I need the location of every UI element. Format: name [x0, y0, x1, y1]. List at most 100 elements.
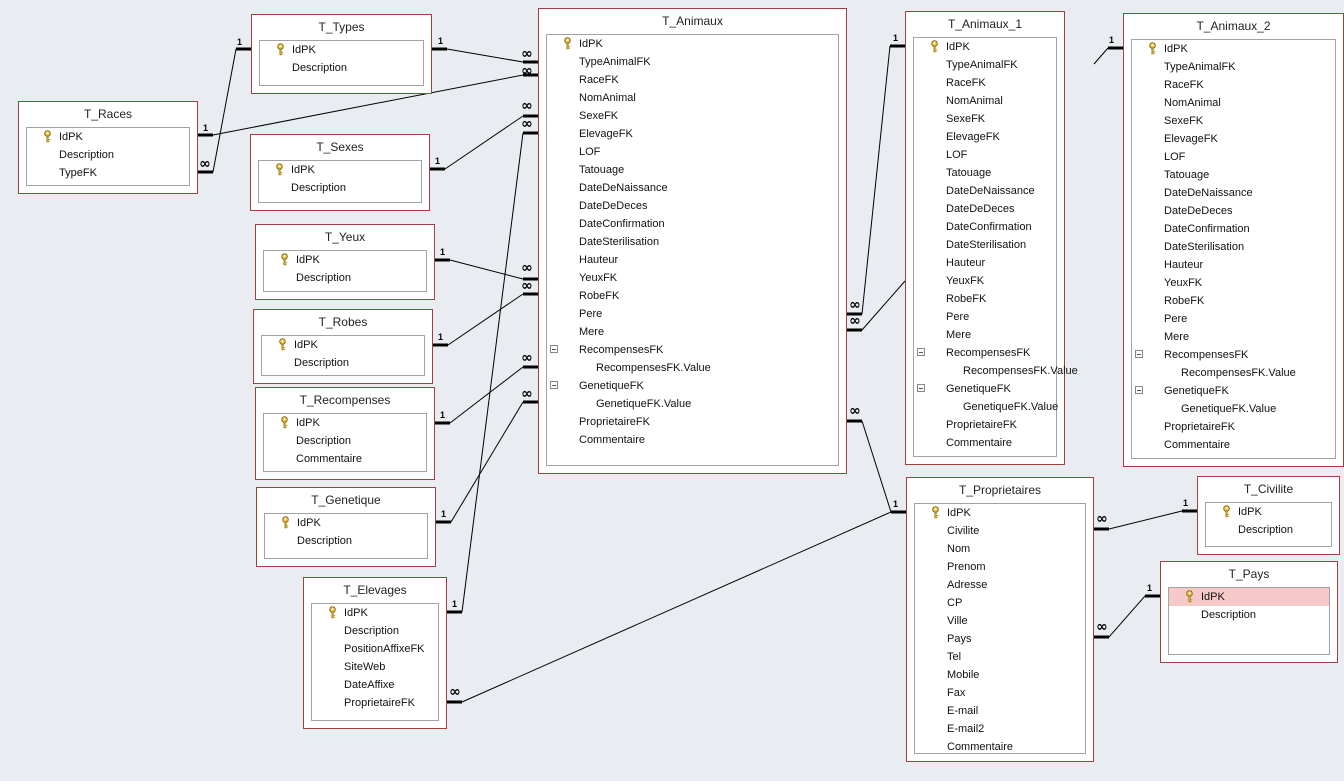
collapse-icon[interactable]: [1135, 350, 1143, 358]
field-sexefk[interactable]: SexeFK: [1132, 112, 1335, 130]
relationship-line[interactable]: [446, 48, 524, 63]
field-datesterilisation[interactable]: DateSterilisation: [547, 233, 838, 251]
relationship-t-proprietaires-t-elevages[interactable]: ∞: [447, 511, 906, 704]
field-genetiquefk-value[interactable]: GenetiqueFK.Value: [914, 398, 1058, 416]
field-list[interactable]: IdPK Civilite Nom Prenom Adresse CP Ville Pays T…: [914, 503, 1086, 754]
field-commentaire[interactable]: Commentaire: [547, 431, 838, 449]
field-cp[interactable]: CP: [915, 594, 1085, 612]
field-datededeces[interactable]: DateDeDeces: [914, 200, 1056, 218]
field-robefk[interactable]: RobeFK: [547, 287, 838, 305]
relationship-line[interactable]: [861, 45, 891, 315]
table-title[interactable]: T_Animaux: [539, 9, 846, 31]
field-genetiquefk[interactable]: GenetiqueFK: [914, 380, 1056, 398]
table-t-pays[interactable]: T_Pays IdPK Description: [1160, 561, 1338, 663]
field-list[interactable]: IdPK TypeAnimalFK RaceFK NomAnimal SexeFK Ele…: [913, 37, 1078, 457]
field-datedenaissance[interactable]: DateDeNaissance: [1132, 184, 1335, 202]
field-dateconfirmation[interactable]: DateConfirmation: [547, 215, 838, 233]
field-dateconfirmation[interactable]: DateConfirmation: [1132, 220, 1335, 238]
field-description[interactable]: Description: [312, 622, 438, 640]
field-pere[interactable]: Pere: [914, 308, 1056, 326]
relationship-t-animaux-2-t-animaux[interactable]: 1: [1093, 35, 1123, 65]
field-list[interactable]: IdPK Description: [263, 250, 427, 292]
field-description[interactable]: Description: [264, 432, 426, 450]
field-genetiquefk-value[interactable]: GenetiqueFK.Value: [1132, 400, 1335, 418]
field-yeuxfk[interactable]: YeuxFK: [1132, 274, 1335, 292]
field-typeanimalfk[interactable]: TypeAnimalFK: [914, 56, 1056, 74]
collapse-icon[interactable]: [550, 381, 558, 389]
primary-key-field[interactable]: IdPK: [547, 35, 838, 53]
relationship-line[interactable]: [1108, 510, 1183, 530]
field-pays[interactable]: Pays: [915, 630, 1085, 648]
field-commentaire[interactable]: Commentaire: [915, 738, 1085, 756]
relationship-t-civilite-t-proprietaires[interactable]: 1∞: [1094, 498, 1197, 531]
field-lof[interactable]: LOF: [547, 143, 838, 161]
table-title[interactable]: T_Proprietaires: [907, 478, 1093, 500]
field-recompensesfk-value[interactable]: RecompensesFK.Value: [1132, 364, 1335, 382]
field-description[interactable]: Description: [264, 269, 426, 287]
field-proprietairefk[interactable]: ProprietaireFK: [914, 416, 1056, 434]
table-title[interactable]: T_Animaux_1: [906, 12, 1064, 34]
field-description[interactable]: Description: [27, 146, 189, 164]
field-proprietairefk[interactable]: ProprietaireFK: [1132, 418, 1335, 436]
primary-key-field[interactable]: IdPK: [27, 128, 189, 146]
field-pere[interactable]: Pere: [547, 305, 838, 323]
field-yeuxfk[interactable]: YeuxFK: [914, 272, 1056, 290]
table-title[interactable]: T_Civilite: [1198, 477, 1339, 499]
table-t-proprietaires[interactable]: T_Proprietaires IdPK Civilite Nom Prenom Adre…: [906, 477, 1094, 762]
field-elevagefk[interactable]: ElevageFK: [1132, 130, 1335, 148]
table-t-civilite[interactable]: T_Civilite IdPK Description: [1197, 476, 1340, 555]
field-siteweb[interactable]: SiteWeb: [312, 658, 438, 676]
primary-key-field[interactable]: IdPK: [914, 38, 1056, 56]
primary-key-field[interactable]: IdPK: [1132, 40, 1335, 58]
field-elevagefk[interactable]: ElevageFK: [547, 125, 838, 143]
relationship-t-robes-t-animaux[interactable]: 1∞: [433, 278, 538, 347]
field-racefk[interactable]: RaceFK: [547, 71, 838, 89]
primary-key-field[interactable]: IdPK: [1169, 588, 1329, 606]
field-description[interactable]: Description: [259, 179, 421, 197]
table-t-animaux-1[interactable]: T_Animaux_1 IdPK TypeAnimalFK RaceFK NomAnim…: [905, 11, 1078, 465]
field-list[interactable]: IdPK Description Commentaire: [263, 413, 427, 472]
primary-key-field[interactable]: IdPK: [1206, 503, 1331, 521]
table-t-recompenses[interactable]: T_Recompenses IdPK Description Commentaire: [255, 387, 435, 480]
field-typefk[interactable]: TypeFK: [27, 164, 189, 182]
primary-key-field[interactable]: IdPK: [262, 336, 424, 354]
table-t-races[interactable]: T_Races IdPK Description TypeFK: [18, 101, 198, 194]
table-title[interactable]: T_Animaux_2: [1124, 14, 1343, 36]
table-t-types[interactable]: T_Types IdPK Description: [251, 14, 432, 94]
field-description[interactable]: Description: [260, 59, 423, 77]
field-datedenaissance[interactable]: DateDeNaissance: [914, 182, 1056, 200]
primary-key-field[interactable]: IdPK: [915, 504, 1085, 522]
field-list[interactable]: IdPK Description: [261, 335, 425, 376]
relationship-t-yeux-t-animaux[interactable]: 1∞: [435, 247, 538, 281]
field-positionaffixefk[interactable]: PositionAffixeFK: [312, 640, 438, 658]
field-list[interactable]: IdPK Description: [1168, 587, 1330, 655]
relationship-line[interactable]: [1093, 47, 1109, 65]
table-title[interactable]: T_Yeux: [256, 225, 434, 247]
field-fax[interactable]: Fax: [915, 684, 1085, 702]
table-t-genetique[interactable]: T_Genetique IdPK Description: [256, 487, 436, 567]
relationship-line[interactable]: [861, 280, 906, 331]
table-title[interactable]: T_Robes: [254, 310, 432, 332]
field-racefk[interactable]: RaceFK: [1132, 76, 1335, 94]
field-robefk[interactable]: RobeFK: [914, 290, 1056, 308]
collapse-icon[interactable]: [917, 384, 925, 392]
relationship-t-sexes-t-animaux[interactable]: 1∞: [430, 98, 538, 171]
primary-key-field[interactable]: IdPK: [265, 514, 427, 532]
field-mere[interactable]: Mere: [914, 326, 1056, 344]
relationship-t-recompenses-t-animaux[interactable]: 1∞: [435, 350, 538, 425]
primary-key-field[interactable]: IdPK: [264, 414, 426, 432]
field-prenom[interactable]: Prenom: [915, 558, 1085, 576]
relationship-line[interactable]: [461, 511, 892, 703]
relationship-line[interactable]: [447, 293, 524, 346]
field-nomanimal[interactable]: NomAnimal: [1132, 94, 1335, 112]
field-datesterilisation[interactable]: DateSterilisation: [914, 236, 1056, 254]
field-civilite[interactable]: Civilite: [915, 522, 1085, 540]
table-title[interactable]: T_Races: [19, 102, 197, 124]
relationship-t-types-t-animaux[interactable]: 1∞: [432, 36, 538, 64]
relationship-line[interactable]: [444, 115, 524, 170]
field-dateconfirmation[interactable]: DateConfirmation: [914, 218, 1056, 236]
field-tatouage[interactable]: Tatouage: [547, 161, 838, 179]
field-robefk[interactable]: RobeFK: [1132, 292, 1335, 310]
field-adresse[interactable]: Adresse: [915, 576, 1085, 594]
relationship-t-types-t-races[interactable]: 1∞: [198, 37, 251, 174]
